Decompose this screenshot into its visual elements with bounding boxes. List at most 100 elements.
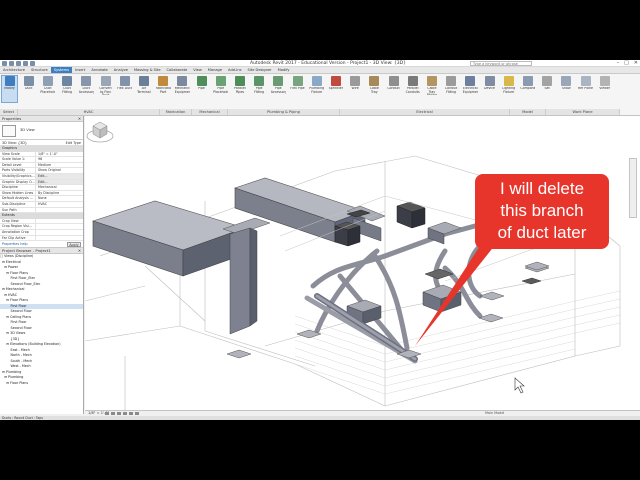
cable-tray-fitting-button[interactable]: Cable Tray Fitting xyxy=(424,76,439,102)
sprinkler-button[interactable]: Sprinkler xyxy=(328,76,343,102)
convert-to-flex-duct-button[interactable]: Convert to Flex Duct xyxy=(98,76,113,102)
parallel-pipes-label: Parallel Pipes xyxy=(234,87,246,94)
show-button[interactable]: Show xyxy=(559,76,574,102)
property-value[interactable]: By Discipline xyxy=(36,191,83,196)
flex-duct-button[interactable]: Flex Duct xyxy=(117,76,132,102)
lighting-fixture-button[interactable]: Lighting Fixture xyxy=(501,76,516,102)
air-terminal-button[interactable]: Air Terminal xyxy=(136,76,151,102)
tab-architecture[interactable]: Architecture xyxy=(0,67,28,73)
viewer-button[interactable]: Viewer xyxy=(597,76,612,102)
edit-type-button[interactable]: Edit Type xyxy=(66,140,81,146)
duct-fitting-button[interactable]: Duct Fitting xyxy=(60,76,75,102)
panel-model: Model xyxy=(510,109,546,115)
electrical-equipment-button[interactable]: Electrical Equipment xyxy=(463,76,478,102)
open-icon[interactable] xyxy=(2,61,7,66)
duct-accessory-button[interactable]: Duct Accessory xyxy=(79,76,94,102)
mechanical-equipment-icon xyxy=(177,76,188,86)
mechanical-equipment-button[interactable]: Mechanical Equipment xyxy=(175,76,190,102)
save-icon[interactable] xyxy=(9,61,14,66)
tab-structure[interactable]: Structure xyxy=(28,67,51,73)
properties-help-link[interactable]: Properties help xyxy=(2,242,28,246)
tab-analyze[interactable]: Analyze xyxy=(111,67,131,73)
maximize-button[interactable]: □ xyxy=(624,60,629,66)
properties-footer: Properties help Apply xyxy=(0,241,83,249)
top-letterbox xyxy=(0,0,640,60)
property-value[interactable] xyxy=(36,224,83,229)
property-value[interactable]: Edit... xyxy=(36,173,83,179)
undo-icon[interactable] xyxy=(16,61,21,66)
tab-systems[interactable]: Systems xyxy=(50,67,73,73)
property-value[interactable] xyxy=(36,236,83,241)
property-key: Scale Value 1: xyxy=(0,157,36,162)
navigation-bar[interactable] xyxy=(629,158,637,218)
tab-view[interactable]: View xyxy=(190,67,205,73)
3d-viewport[interactable]: I will delete this branch of duct later xyxy=(85,116,640,410)
window-title: Autodesk Revit 2017 - Educational Versio… xyxy=(250,61,407,66)
ref-plane-icon xyxy=(580,76,591,86)
tab-annotate[interactable]: Annotate xyxy=(88,67,110,73)
duct-button[interactable]: Duct xyxy=(21,76,36,102)
ref-plane-button[interactable]: Ref Plane xyxy=(578,76,593,102)
tab-insert[interactable]: Insert xyxy=(72,67,88,73)
duct-label: Duct xyxy=(24,87,33,90)
property-value[interactable]: HVAC xyxy=(36,202,83,207)
tab-collaborate[interactable]: Collaborate xyxy=(164,67,191,73)
apply-button[interactable]: Apply xyxy=(67,242,81,248)
minimize-button[interactable]: – xyxy=(617,60,620,66)
convert-to-flex-duct-icon xyxy=(100,76,111,86)
property-value[interactable] xyxy=(36,219,83,224)
show-icon xyxy=(561,76,572,86)
property-value[interactable]: 1/8" = 1'-0" xyxy=(36,152,83,157)
instance-selector[interactable]: 3D View: {3D} Edit Type xyxy=(0,140,83,146)
viewcube-icon[interactable] xyxy=(85,116,115,146)
parallel-conduits-button[interactable]: Parallel Conduits xyxy=(405,76,420,102)
property-value[interactable]: Mechanical xyxy=(36,185,83,190)
duct-placeholder-button[interactable]: Duct Placeholder xyxy=(40,76,55,102)
pipe-fitting-icon xyxy=(254,76,265,86)
print-icon[interactable] xyxy=(30,61,35,66)
cable-tray-fitting-icon xyxy=(426,76,437,86)
modify-button[interactable]: Modify xyxy=(1,75,18,103)
close-button[interactable]: ✕ xyxy=(634,60,638,66)
property-value[interactable]: None xyxy=(36,196,83,201)
property-value[interactable]: Show Original xyxy=(36,168,83,173)
pipe-fitting-button[interactable]: Pipe Fitting xyxy=(252,76,267,102)
device-button[interactable]: Device xyxy=(482,76,497,102)
conduit-fitting-button[interactable]: Conduit Fitting xyxy=(444,76,459,102)
property-value[interactable] xyxy=(36,208,83,213)
tab-add-ins[interactable]: Add-Ins xyxy=(225,67,244,73)
cable-tray-button[interactable]: Cable Tray xyxy=(367,76,382,102)
duct-accessory-icon xyxy=(81,76,92,86)
property-value[interactable]: Edit... xyxy=(36,179,83,185)
view-control-icons[interactable] xyxy=(105,412,139,415)
air-terminal-icon xyxy=(138,76,149,86)
set-button[interactable]: Set xyxy=(540,76,555,102)
parallel-pipes-button[interactable]: Parallel Pipes xyxy=(232,76,247,102)
tab-modify[interactable]: Modify xyxy=(275,67,293,73)
pipe-placeholder-button[interactable]: Pipe Placeholder xyxy=(213,76,228,102)
search-input[interactable]: Type a keyword or phrase xyxy=(470,61,532,66)
wire-button[interactable]: Wire xyxy=(348,76,363,102)
fabrication-part-button[interactable]: Fabrication Part xyxy=(156,76,171,102)
tab-site-designer[interactable]: Site Designer xyxy=(245,67,275,73)
property-value[interactable] xyxy=(36,230,83,235)
lighting-fixture-icon xyxy=(503,76,514,86)
tab-manage[interactable]: Manage xyxy=(205,67,225,73)
component-button[interactable]: Component xyxy=(520,76,535,102)
flex-duct-icon xyxy=(119,76,130,86)
conduit-button[interactable]: Conduit xyxy=(386,76,401,102)
redo-icon[interactable] xyxy=(23,61,28,66)
duct-placeholder-label: Duct Placeholder xyxy=(40,87,55,94)
type-selector[interactable]: 3D View xyxy=(0,122,83,140)
pipe-accessory-button[interactable]: Pipe Accessory xyxy=(271,76,286,102)
model-canvas[interactable] xyxy=(85,116,640,410)
browser-item[interactable]: ⊟ Floor Plans xyxy=(0,381,83,387)
panel-electrical: Electrical xyxy=(340,109,510,115)
property-value[interactable]: Medium xyxy=(36,163,83,168)
close-icon[interactable]: ✕ xyxy=(78,248,81,254)
pipe-button[interactable]: Pipe xyxy=(194,76,209,102)
plumbing-fixture-button[interactable]: Plumbing Fixture xyxy=(309,76,324,102)
property-value[interactable]: 96 xyxy=(36,157,83,162)
flex-pipe-button[interactable]: Flex Pipe xyxy=(290,76,305,102)
tab-massing-site[interactable]: Massing & Site xyxy=(131,67,164,73)
